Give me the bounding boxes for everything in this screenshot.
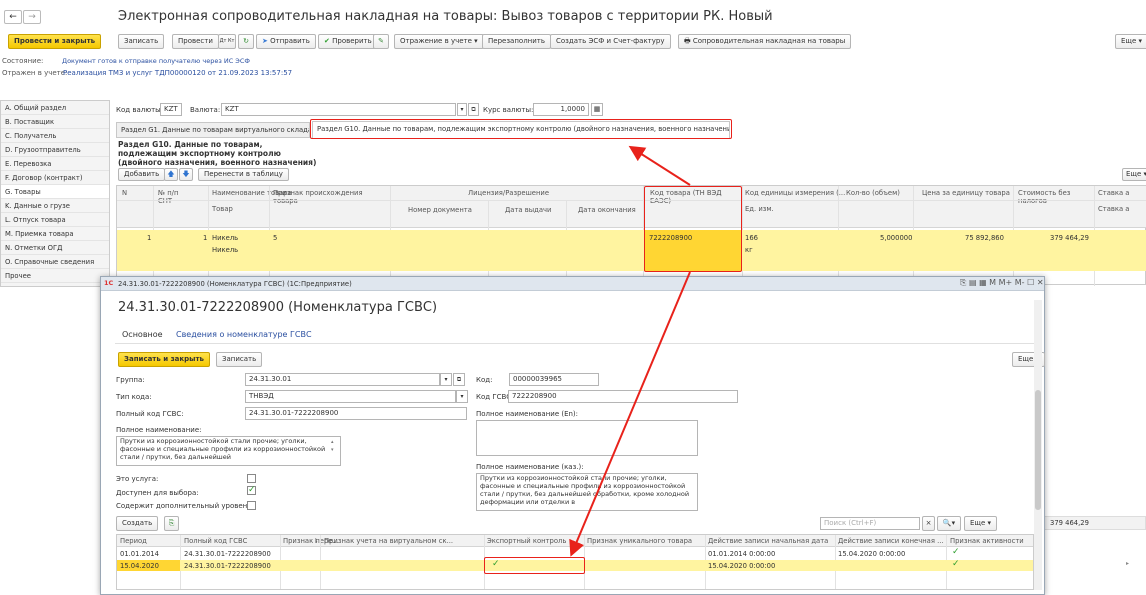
arrow-to-export xyxy=(569,271,691,557)
arrow-to-tab xyxy=(628,145,691,186)
annotation-arrows xyxy=(569,145,691,557)
